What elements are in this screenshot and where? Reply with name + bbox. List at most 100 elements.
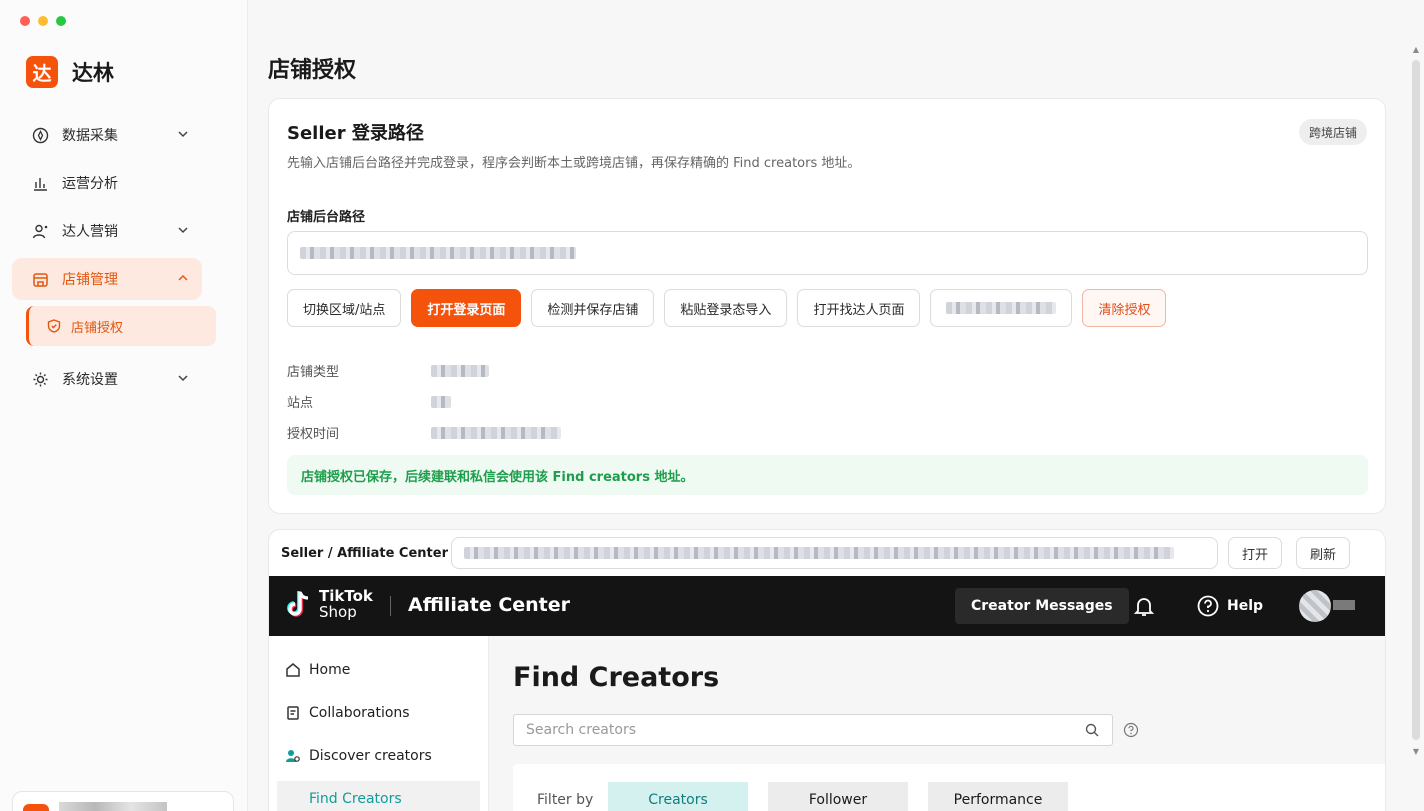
- window-controls: [20, 16, 66, 26]
- find-creators-content: Find Creators Search creators Filter by …: [489, 636, 1385, 811]
- card-title: Seller 登录路径: [287, 123, 424, 144]
- switch-region-button[interactable]: 切换区域/站点: [287, 289, 402, 327]
- help-icon: [1197, 595, 1219, 617]
- clear-auth-button[interactable]: 清除授权: [1082, 289, 1167, 327]
- tiktok-nav-find-creators[interactable]: Find Creators: [277, 781, 480, 811]
- user-icon: [30, 221, 50, 241]
- refresh-button[interactable]: 刷新: [1296, 537, 1351, 569]
- scroll-down-icon[interactable]: ▼: [1412, 748, 1420, 756]
- affiliate-center-title: Affiliate Center: [408, 594, 571, 616]
- filter-bar: Filter by Creators Follower Performance: [513, 764, 1385, 811]
- store-path-input[interactable]: [287, 231, 1368, 275]
- store-type-badge: 跨境店铺: [1298, 119, 1367, 145]
- detect-save-button[interactable]: 检测并保存店铺: [531, 289, 655, 327]
- nav-label: Discover creators: [309, 747, 432, 764]
- minimize-window-button[interactable]: [38, 16, 48, 26]
- brand: 达 达林: [26, 56, 114, 88]
- close-window-button[interactable]: [20, 16, 30, 26]
- info-row-auth-time: 授权时间: [287, 417, 561, 448]
- redacted-value: [300, 247, 576, 259]
- help-label: Help: [1227, 598, 1264, 614]
- chevron-up-icon: [178, 274, 188, 281]
- redacted-value: [431, 426, 561, 439]
- main-scrollbar[interactable]: ▲ ▼: [1410, 40, 1422, 756]
- tiktok-logo-icon: [287, 591, 309, 617]
- logo-line: TikTok: [319, 587, 373, 605]
- avatar: [23, 804, 49, 811]
- open-find-creators-button[interactable]: 打开找达人页面: [797, 289, 921, 327]
- help-button[interactable]: Help: [1197, 595, 1263, 617]
- sidebar-item-influencer-marketing[interactable]: 达人营销: [12, 210, 236, 252]
- redacted-button[interactable]: [930, 289, 1073, 327]
- sidebar-subitem-label: 店铺授权: [71, 320, 124, 336]
- sidebar-item-label: 店铺管理: [62, 272, 118, 288]
- nav-label: Find Creators: [309, 791, 402, 807]
- user-name-redacted: [1333, 600, 1355, 610]
- tiktok-nav-home[interactable]: Home: [269, 648, 488, 691]
- search-creators-input[interactable]: Search creators: [513, 714, 1113, 746]
- filter-chip-follower[interactable]: Follower: [768, 782, 908, 811]
- gear-icon: [30, 369, 50, 389]
- nav-label: Collaborations: [309, 704, 410, 721]
- chevron-down-icon: [178, 375, 188, 382]
- sidebar-item-store-management[interactable]: 店铺管理: [12, 258, 202, 300]
- scroll-up-icon[interactable]: ▲: [1412, 46, 1420, 54]
- sidebar-item-label: 运营分析: [62, 176, 118, 192]
- scrollbar-thumb[interactable]: [1412, 60, 1420, 740]
- page-title: 店铺授权: [268, 58, 357, 83]
- address-input[interactable]: [451, 537, 1218, 569]
- tiktok-shop-logo[interactable]: TikTok Shop: [285, 588, 373, 620]
- success-notice: 店铺授权已保存，后续建联和私信会使用该 Find creators 地址。: [287, 455, 1368, 495]
- open-login-button[interactable]: 打开登录页面: [411, 289, 522, 327]
- sidebar-nav: 数据采集 运营分析 达人营销 店铺管理 店铺授权 系统设置: [12, 114, 236, 406]
- info-label: 站点: [287, 396, 314, 411]
- chevron-down-icon: [178, 131, 188, 138]
- redacted-value: [946, 302, 1057, 314]
- store-icon: [30, 269, 50, 289]
- card-description: 先输入店铺后台路径并完成登录，程序会判断本土或跨境店铺，再保存精确的 Find …: [287, 156, 861, 171]
- seller-login-card: Seller 登录路径 跨境店铺 先输入店铺后台路径并完成登录，程序会判断本土或…: [268, 98, 1386, 514]
- tiktok-logo-text: TikTok Shop: [319, 588, 373, 620]
- search-icon[interactable]: [1085, 723, 1100, 738]
- avatar[interactable]: [1299, 590, 1331, 622]
- filter-chip-creators[interactable]: Creators: [608, 782, 748, 811]
- sidebar: 达 达林 数据采集 运营分析 达人营销 店铺管理 店铺授权 系统设置: [0, 0, 248, 811]
- sidebar-item-label: 系统设置: [62, 372, 118, 388]
- compass-icon: [30, 125, 50, 145]
- sidebar-item-label: 数据采集: [62, 128, 118, 144]
- header-divider: [390, 596, 391, 616]
- search-placeholder: Search creators: [526, 722, 636, 738]
- sidebar-item-data-collection[interactable]: 数据采集: [12, 114, 236, 156]
- redacted-value: [464, 547, 1174, 559]
- address-label: Seller / Affiliate Center: [281, 546, 448, 561]
- action-buttons: 切换区域/站点 打开登录页面 检测并保存店铺 粘贴登录态导入 打开找达人页面 清…: [287, 289, 1167, 327]
- tiktok-header: TikTok Shop Affiliate Center Creator Mes…: [269, 576, 1385, 636]
- info-label: 授权时间: [287, 427, 340, 442]
- home-icon: [286, 662, 300, 677]
- app-name: 达林: [72, 61, 114, 85]
- maximize-window-button[interactable]: [56, 16, 66, 26]
- filter-label: Filter by: [537, 792, 594, 808]
- filter-chip-performance[interactable]: Performance: [928, 782, 1068, 811]
- sidebar-item-system-settings[interactable]: 系统设置: [12, 358, 236, 400]
- info-question-icon[interactable]: [1123, 722, 1139, 738]
- user-name-redacted: [59, 802, 167, 811]
- redacted-value: [431, 395, 451, 408]
- info-label: 店铺类型: [287, 365, 340, 380]
- open-url-button[interactable]: 打开: [1228, 537, 1283, 569]
- store-path-label: 店铺后台路径: [287, 210, 366, 225]
- bell-icon[interactable]: [1133, 595, 1155, 621]
- tiktok-nav-discover[interactable]: Discover creators: [269, 734, 488, 777]
- sidebar-subitem-store-auth[interactable]: 店铺授权: [26, 306, 216, 346]
- sidebar-item-label: 达人营销: [62, 224, 118, 240]
- info-row-site: 站点: [287, 386, 561, 417]
- main-content: 店铺授权 ▲ ▼ Seller 登录路径 跨境店铺 先输入店铺后台路径并完成登录…: [248, 0, 1424, 811]
- redacted-value: [431, 364, 489, 377]
- paste-import-button[interactable]: 粘贴登录态导入: [664, 289, 788, 327]
- creator-messages-button[interactable]: Creator Messages: [955, 588, 1129, 624]
- user-profile-card[interactable]: [12, 791, 234, 811]
- document-icon: [287, 705, 299, 720]
- sidebar-item-operations-analysis[interactable]: 运营分析: [12, 162, 236, 204]
- search-user-icon: [286, 749, 300, 762]
- tiktok-nav-collaborations[interactable]: Collaborations: [269, 691, 488, 734]
